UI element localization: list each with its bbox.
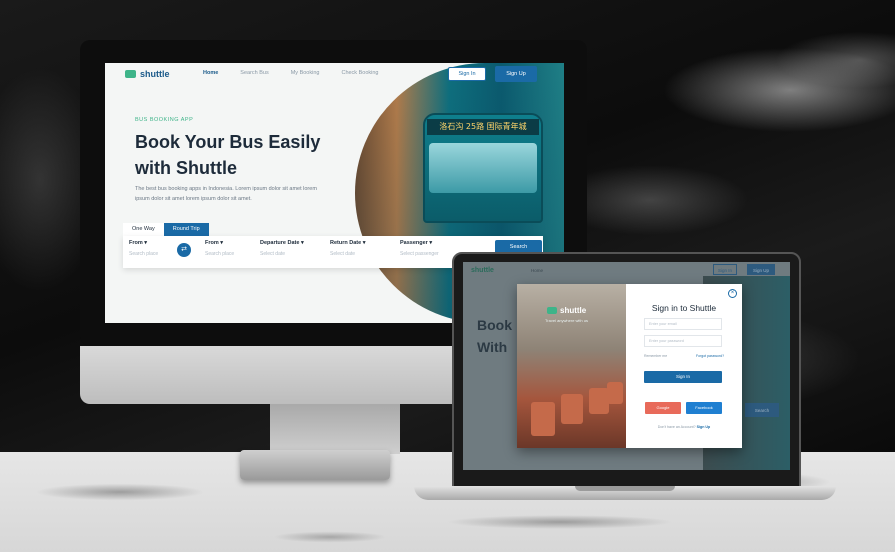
seat-shape <box>589 388 609 414</box>
field-placeholder: Select passenger <box>400 251 439 257</box>
modal-footer: Don't have an Account? Sign Up <box>626 425 742 429</box>
google-login-button[interactable]: Google <box>645 402 681 414</box>
imac-foot <box>240 450 390 480</box>
field-label: Return Date <box>330 240 362 246</box>
field-label: From <box>205 240 219 246</box>
field-placeholder: Search place <box>129 251 159 257</box>
remember-me-checkbox[interactable]: Remember me <box>644 354 667 358</box>
modal-sign-in-button[interactable]: Sign In <box>644 371 722 383</box>
footer-sign-up-link[interactable]: Sign Up <box>697 425 711 429</box>
field-placeholder: Search place <box>205 251 235 257</box>
modal-bus-interior-photo: shuttle Travel anywhere with us <box>517 284 626 448</box>
return-date-field[interactable]: Return Date ▾ Select date <box>330 240 365 257</box>
sign-up-button[interactable]: Sign Up <box>495 66 537 82</box>
field-label: From <box>129 240 143 246</box>
nav-links: Home Search Bus My Booking Check Booking <box>203 70 400 76</box>
departure-date-field[interactable]: Departure Date ▾ Select date <box>260 240 304 257</box>
hero-eyebrow: BUS BOOKING APP <box>135 117 194 123</box>
field-placeholder: Select date <box>330 251 356 257</box>
hero-title: Book Your Bus Easily with Shuttle <box>135 132 321 178</box>
sign-in-form: × Sign in to Shuttle Enter your email En… <box>626 284 742 448</box>
field-label: Passenger <box>400 240 428 246</box>
dimmed-sign-in: Sign In <box>713 264 737 275</box>
modal-logo: shuttle <box>547 306 586 315</box>
imac-stand <box>270 404 400 454</box>
seat-shape <box>531 402 555 436</box>
dimmed-title-line-1: Book <box>477 317 512 333</box>
field-label: Departure Date <box>260 240 300 246</box>
field-placeholder: Select date <box>260 251 286 257</box>
modal-title: Sign in to Shuttle <box>651 303 717 313</box>
hero-description: The best bus booking apps in Indonesia. … <box>135 186 317 202</box>
bus-logo-icon <box>125 70 136 78</box>
modal-tagline: Travel anywhere with us <box>545 318 588 323</box>
sign-in-modal: shuttle Travel anywhere with us × Sign i… <box>517 284 742 448</box>
password-field[interactable]: Enter your password <box>644 335 722 347</box>
seat-shape <box>607 382 623 404</box>
bus-destination-sign: 洛石沟 25路 国际青年城 <box>427 119 539 135</box>
dimmed-search: Search <box>745 403 779 417</box>
email-field[interactable]: Enter your email <box>644 318 722 330</box>
bus-windshield <box>429 143 537 193</box>
facebook-login-button[interactable]: Facebook <box>686 402 722 414</box>
laptop-notch <box>575 486 675 491</box>
dimmed-title-line-2: With <box>477 339 508 355</box>
dimmed-hero-title: Book With <box>477 314 512 358</box>
laptop-screen: shuttle Home Sign In Sign Up Book With S… <box>463 262 790 470</box>
tab-one-way[interactable]: One Way <box>123 223 164 236</box>
modal-brand: shuttle <box>560 306 587 315</box>
sign-in-button[interactable]: Sign In <box>448 67 486 81</box>
footer-text: Don't have an Account? <box>657 425 696 429</box>
nav-search-bus[interactable]: Search Bus <box>240 70 268 76</box>
dimmed-logo: shuttle <box>471 267 494 274</box>
to-field[interactable]: From ▾ Search place <box>205 240 234 257</box>
dimmed-nav-home: Home <box>531 268 544 273</box>
nav-home[interactable]: Home <box>203 70 218 76</box>
trip-type-tabs: One Way Round Trip <box>123 223 209 236</box>
top-nav: shuttle Home Search Bus My Booking Check… <box>105 63 564 87</box>
forgot-password-link[interactable]: Forgot password? <box>696 354 724 358</box>
dimmed-sign-up: Sign Up <box>747 264 775 275</box>
swap-icon[interactable]: ⇄ <box>177 243 191 257</box>
passenger-field[interactable]: Passenger ▾ Select passenger <box>400 240 439 257</box>
nav-my-booking[interactable]: My Booking <box>291 70 320 76</box>
bus-logo-icon <box>547 307 557 314</box>
from-field[interactable]: From ▾ Search place <box>129 240 158 257</box>
tab-round-trip[interactable]: Round Trip <box>163 223 209 236</box>
close-icon[interactable]: × <box>728 289 737 298</box>
seat-shape <box>561 394 583 424</box>
nav-check-booking[interactable]: Check Booking <box>341 70 378 76</box>
shuttle-logo[interactable]: shuttle <box>125 69 170 79</box>
logo-text: shuttle <box>140 69 170 79</box>
